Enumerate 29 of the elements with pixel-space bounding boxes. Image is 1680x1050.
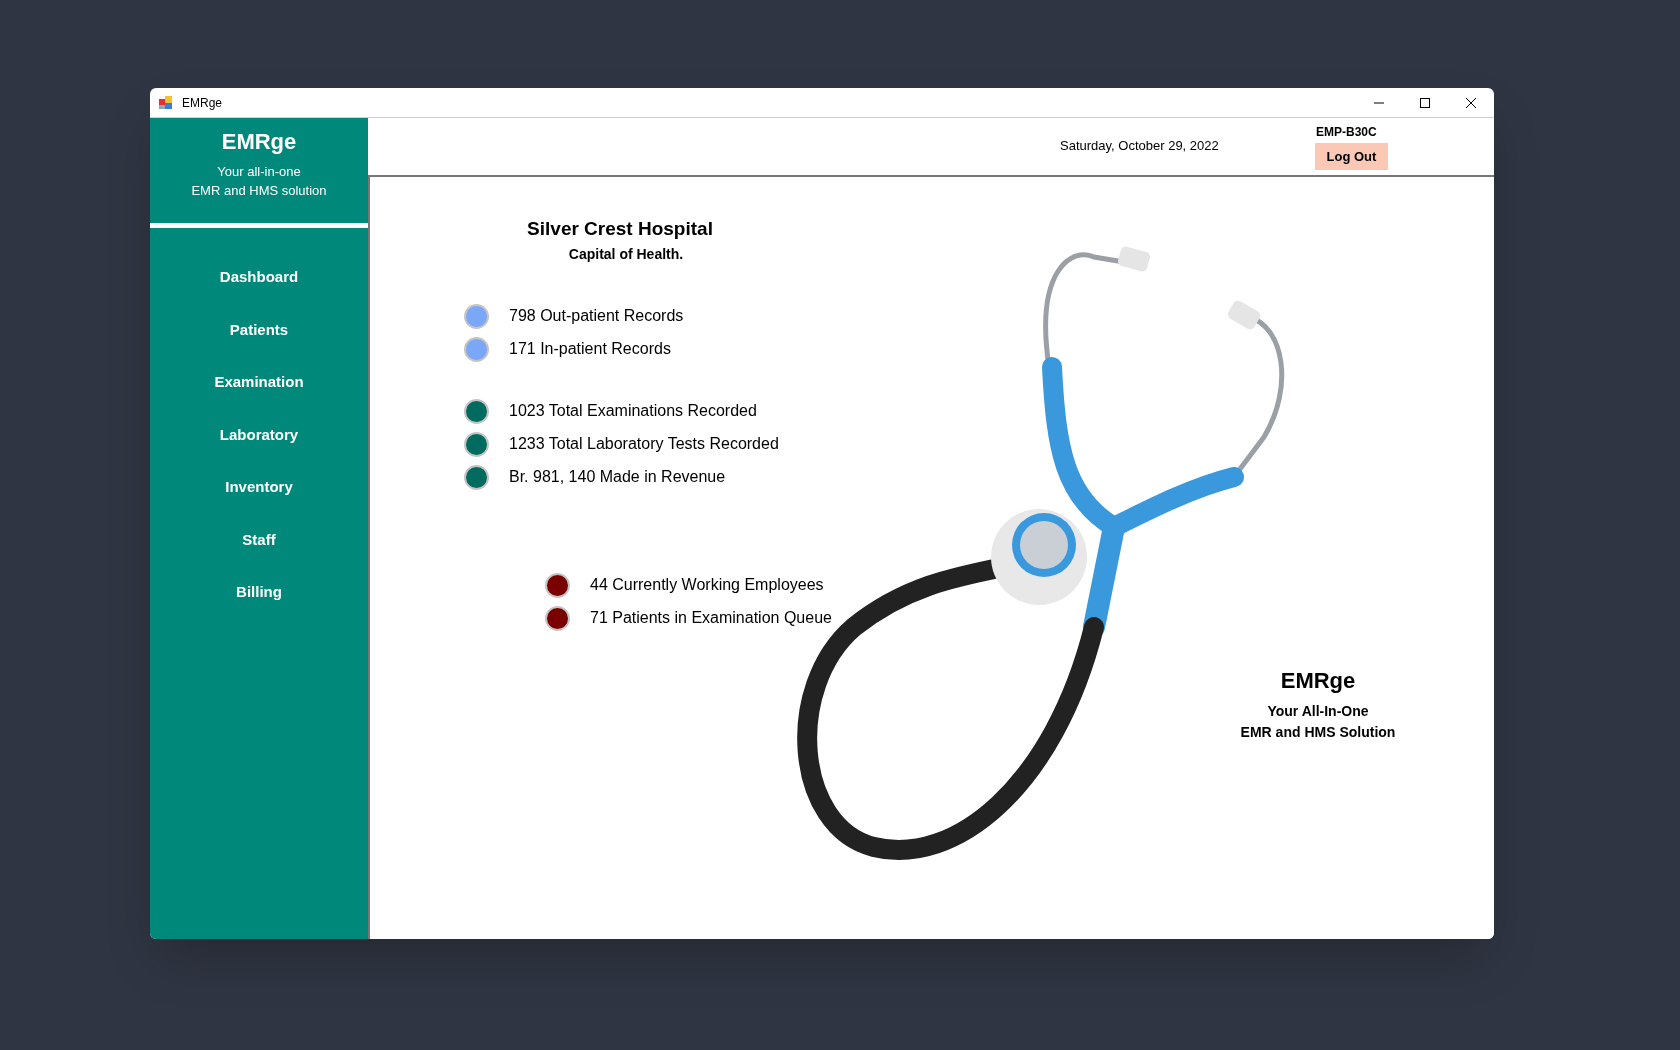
brand-tagline: Your All-In-One — [1267, 702, 1369, 721]
hospital-slogan: Capital of Health. — [568, 244, 684, 264]
nav-item[interactable]: Billing — [224, 578, 294, 607]
user-id: EMP-B30C — [1316, 124, 1377, 141]
stat-text: 44 Currently Working Employees — [590, 575, 824, 595]
stat-text: 1023 Total Examinations Recorded — [509, 401, 757, 421]
stat-text: 1233 Total Laboratory Tests Recorded — [509, 434, 779, 454]
logout-button[interactable]: Log Out — [1315, 143, 1388, 170]
date-label: Saturday, October 29, 2022 — [1060, 137, 1219, 155]
nav-item[interactable]: Laboratory — [207, 420, 311, 449]
nav-item[interactable]: Examination — [202, 368, 316, 397]
brand-name: EMRge — [1280, 667, 1356, 695]
app-icon — [158, 94, 174, 111]
nav-item[interactable]: Inventory — [213, 473, 305, 502]
nav-item[interactable]: Patients — [217, 315, 301, 344]
sidebar-tagline: EMR and HMS solution — [191, 182, 327, 200]
nav-item[interactable]: Dashboard — [207, 263, 311, 292]
window-title: EMRge — [182, 94, 222, 112]
stat-text: 171 In-patient Records — [509, 339, 671, 359]
close-icon — [1466, 97, 1476, 108]
sidebar-tagline: Your all-in-one — [217, 163, 301, 181]
maximize-icon — [1420, 97, 1430, 108]
stat-text: Br. 981, 140 Made in Revenue — [509, 467, 726, 487]
hospital-name: Silver Crest Hospital — [527, 217, 713, 241]
nav-item[interactable]: Staff — [230, 525, 288, 554]
brand-tagline: EMR and HMS Solution — [1240, 723, 1396, 742]
stat-text: 71 Patients in Examination Queue — [590, 608, 832, 628]
sidebar-brand: EMRge — [221, 128, 297, 156]
stat-text: 798 Out-patient Records — [509, 306, 684, 326]
